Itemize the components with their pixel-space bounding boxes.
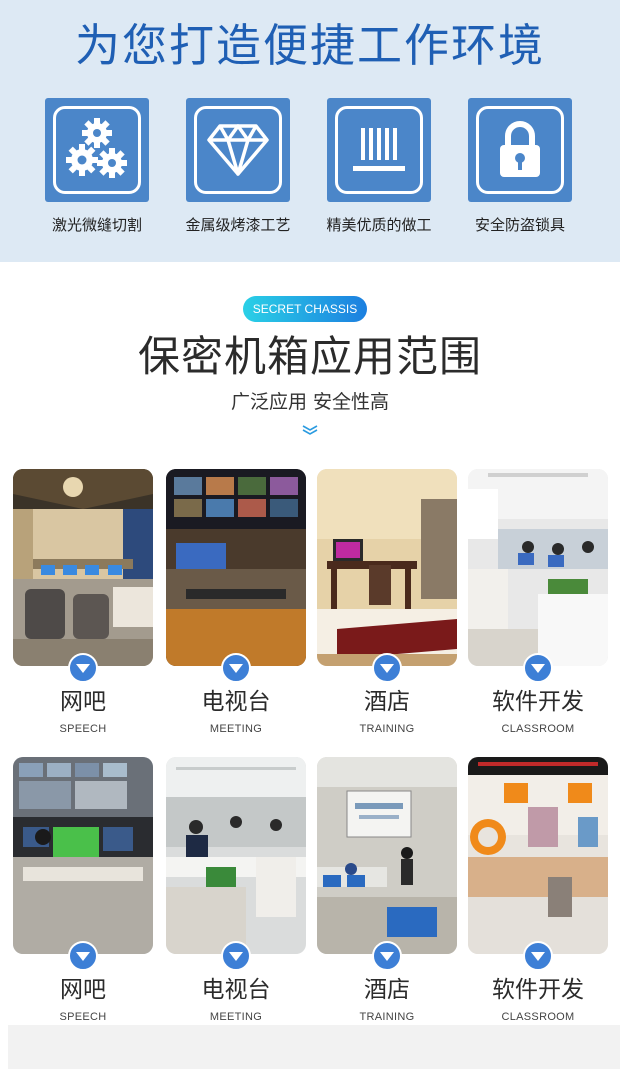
application-subtitle: CLASSROOM — [501, 1011, 575, 1023]
chevron-down-pin-icon — [523, 653, 553, 683]
diamond-icon — [194, 106, 282, 194]
application-name: 网吧 — [60, 689, 106, 715]
padlock-icon — [476, 106, 564, 194]
feature-laser-cutting: 激光微缝切割 — [45, 98, 149, 234]
application-name: 酒店 — [364, 977, 410, 1003]
feature-paint-process: 金属级烤漆工艺 — [185, 98, 291, 234]
feature-tile — [468, 98, 572, 202]
chevron-down-pin-icon — [523, 941, 553, 971]
application-name: 网吧 — [60, 977, 106, 1003]
application-name: 酒店 — [364, 689, 410, 715]
chevron-down-pin-icon — [68, 941, 98, 971]
bottom-strip — [8, 1025, 620, 1069]
feature-label: 安全防盗锁具 — [474, 216, 565, 234]
application-subtitle: MEETING — [209, 1011, 263, 1023]
chevron-down-pin-icon — [221, 941, 251, 971]
tv-station-photo — [166, 469, 306, 666]
chevron-down-pin-icon — [372, 653, 402, 683]
feature-workmanship: 精美优质的做工 — [326, 98, 432, 234]
hotel-room-photo — [317, 469, 457, 666]
application-name: 电视台 — [201, 977, 271, 1003]
application-subtitle: TRAINING — [359, 1011, 415, 1023]
application-subtitle: SPEECH — [59, 1011, 107, 1023]
training-room-photo — [317, 757, 457, 954]
double-chevron-down-icon — [302, 425, 318, 435]
application-name: 软件开发 — [492, 689, 584, 715]
feature-label: 激光微缝切割 — [51, 216, 142, 234]
service-counter-photo — [468, 757, 608, 954]
section-subtitle: 广泛应用 安全性高 — [230, 391, 390, 413]
office-workspace-photo — [166, 757, 306, 954]
application-subtitle: TRAINING — [359, 723, 415, 735]
chevron-down-pin-icon — [68, 653, 98, 683]
feature-band: 为您打造便捷工作环境 激光微缝切割 金属级烤漆工艺 精美优质的做工 安全防盗锁具 — [0, 0, 620, 262]
internet-cafe-photo — [13, 469, 153, 666]
section-badge: SECRET CHASSIS — [243, 296, 367, 322]
application-subtitle: SPEECH — [59, 723, 107, 735]
feature-security-lock: 安全防盗锁具 — [468, 98, 572, 234]
chevron-down-pin-icon — [372, 941, 402, 971]
monitoring-room-photo — [13, 757, 153, 954]
application-name: 电视台 — [201, 689, 271, 715]
feature-label: 金属级烤漆工艺 — [185, 216, 291, 234]
section-title: 保密机箱应用范围 — [137, 332, 482, 381]
feature-tile — [186, 98, 290, 202]
feature-tile — [327, 98, 431, 202]
grille-icon — [335, 106, 423, 194]
feature-label: 精美优质的做工 — [326, 216, 432, 234]
feature-band-title: 为您打造便捷工作环境 — [74, 19, 545, 72]
application-name: 软件开发 — [492, 977, 584, 1003]
application-subtitle: CLASSROOM — [501, 723, 575, 735]
gears-icon — [53, 106, 141, 194]
software-office-photo — [468, 469, 608, 666]
feature-tile — [45, 98, 149, 202]
chevron-down-pin-icon — [221, 653, 251, 683]
application-subtitle: MEETING — [209, 723, 263, 735]
